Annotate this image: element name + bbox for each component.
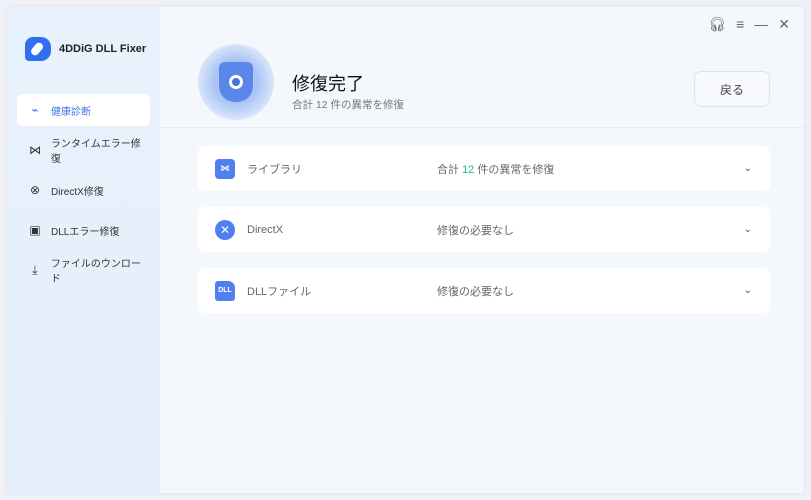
- app-window: 4DDiG DLL Fixer ⌁ 健康診断 ⋈ ランタイムエラー修復 ⊗ Direc…: [7, 7, 804, 493]
- sidebar-item-label: DirectX修復: [51, 186, 104, 198]
- x-circle-icon: ⊗: [29, 183, 41, 197]
- sidebar: 4DDiG DLL Fixer ⌁ 健康診断 ⋈ ランタイムエラー修復 ⊗ Direc…: [7, 7, 160, 493]
- shield-search-icon: [198, 44, 274, 120]
- wrench-logo-icon: [25, 37, 51, 61]
- row-status: 修復の必要なし: [437, 285, 514, 298]
- sidebar-item-directx-repair[interactable]: ⊗ DirectX修復: [17, 174, 150, 206]
- page-subtitle: 合計 12 件の異常を修復: [292, 99, 405, 111]
- divider: [160, 127, 804, 128]
- row-name: ライブラリ: [247, 163, 302, 176]
- chevron-down-icon[interactable]: ⌄: [744, 285, 752, 296]
- x-circle-icon: ✕: [215, 219, 235, 240]
- menu-icon[interactable]: ≡: [736, 16, 744, 33]
- monitor-pulse-icon: ⌁: [31, 103, 39, 117]
- app-title: 4DDiG DLL Fixer: [59, 43, 147, 55]
- sidebar-item-health-check[interactable]: ⌁ 健康診断: [17, 94, 150, 126]
- sidebar-item-dll-repair[interactable]: ▣ DLLエラー修復: [17, 214, 150, 246]
- dll-square-icon: ▣: [29, 223, 41, 237]
- back-button[interactable]: 戻る: [694, 71, 770, 107]
- chevron-down-icon[interactable]: ⌄: [744, 224, 752, 235]
- sidebar-item-download[interactable]: ⤓ ファイルのウンロード: [17, 254, 150, 286]
- row-name: DLLファイル: [247, 285, 312, 298]
- page-title: 修復完了: [292, 74, 364, 94]
- sidebar-item-runtime-repair[interactable]: ⋈ ランタイムエラー修復: [17, 134, 150, 166]
- result-row-library[interactable]: ⋈ ライブラリ 合計 12 件の異常を修復 ⌄: [198, 146, 770, 191]
- dll-file-icon: DLL: [215, 280, 235, 301]
- headset-icon[interactable]: 🎧︎: [708, 16, 726, 33]
- close-icon[interactable]: ✕: [778, 16, 790, 33]
- result-row-directx[interactable]: ✕ DirectX 修復の必要なし ⌄: [198, 207, 770, 252]
- sidebar-item-label: DLLエラー修復: [51, 226, 120, 238]
- minimize-icon[interactable]: —: [754, 16, 768, 33]
- chevron-down-icon[interactable]: ⌄: [744, 163, 752, 174]
- row-name: DirectX: [247, 223, 284, 236]
- sidebar-item-label: ファイルのウンロード: [50, 259, 141, 285]
- sidebar-item-label: ランタイムエラー修復: [50, 139, 141, 165]
- row-status: 合計 12 件の異常を修復: [437, 163, 555, 176]
- row-status: 修復の必要なし: [437, 224, 514, 237]
- visual-studio-icon: ⋈: [28, 143, 41, 157]
- sidebar-item-label: 健康診断: [51, 106, 91, 118]
- window-controls: 🎧︎ ≡ — ✕: [708, 16, 790, 33]
- download-icon: ⤓: [32, 262, 38, 277]
- result-row-dll[interactable]: DLL DLLファイル 修復の必要なし ⌄: [198, 268, 770, 313]
- visual-studio-icon: ⋈: [215, 158, 235, 179]
- app-logo: 4DDiG DLL Fixer: [25, 37, 146, 61]
